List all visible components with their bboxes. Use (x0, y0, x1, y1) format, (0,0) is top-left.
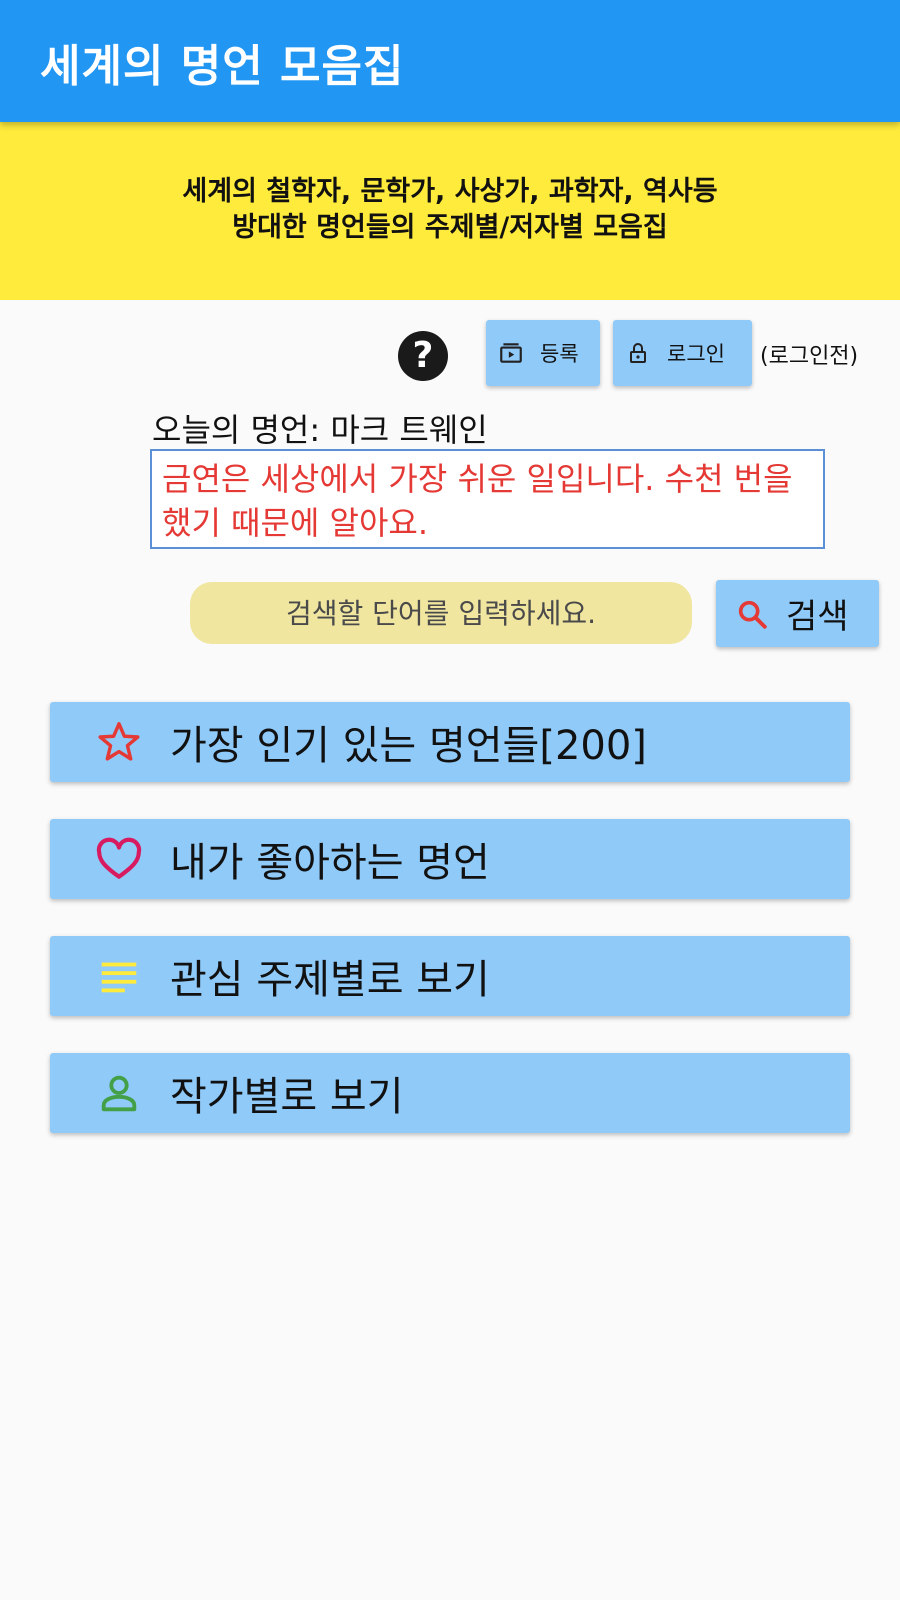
person-outline-icon (94, 1068, 144, 1118)
intro-banner: 세계의 철학자, 문학가, 사상가, 과학자, 역사등 방대한 명언들의 주제별… (0, 122, 900, 300)
menu-favorite-quotes[interactable]: 내가 좋아하는 명언 (50, 819, 850, 899)
register-label: 등록 (540, 342, 579, 366)
register-button[interactable]: 등록 (486, 320, 600, 386)
help-icon[interactable]: ? (398, 331, 448, 381)
search-button[interactable]: 검색 (716, 580, 879, 647)
list-lines-icon (94, 951, 144, 1001)
search-icon (732, 594, 772, 634)
search-input[interactable] (190, 582, 692, 644)
login-label: 로그인 (667, 342, 725, 366)
banner-line-1: 세계의 철학자, 문학가, 사상가, 과학자, 역사등 (182, 176, 718, 207)
menu-topic-label: 관심 주제별로 보기 (170, 957, 490, 1003)
menu-by-author[interactable]: 작가별로 보기 (50, 1053, 850, 1133)
star-outline-icon (94, 717, 144, 767)
menu-popular-label: 가장 인기 있는 명언들[200] (170, 723, 647, 769)
menu-popular-quotes[interactable]: 가장 인기 있는 명언들[200] (50, 702, 850, 782)
menu-by-topic[interactable]: 관심 주제별로 보기 (50, 936, 850, 1016)
app-title: 세계의 명언 모음집 (40, 41, 405, 92)
lock-icon (623, 338, 653, 368)
heart-outline-icon (94, 834, 144, 884)
menu-favorite-label: 내가 좋아하는 명언 (170, 840, 490, 886)
today-quote-text: 금연은 세상에서 가장 쉬운 일입니다. 수천 번을 했기 때문에 알아요. (150, 449, 825, 549)
banner-line-2: 방대한 명언들의 주제별/저자별 모음집 (232, 212, 668, 243)
app-bar: 세계의 명언 모음집 (0, 0, 900, 122)
register-icon (496, 338, 526, 368)
search-button-label: 검색 (786, 597, 849, 637)
login-button[interactable]: 로그인 (613, 320, 752, 386)
today-quote-label: 오늘의 명언: 마크 트웨인 (152, 411, 488, 449)
menu-author-label: 작가별로 보기 (170, 1074, 404, 1120)
login-status: (로그인전) (760, 344, 859, 369)
